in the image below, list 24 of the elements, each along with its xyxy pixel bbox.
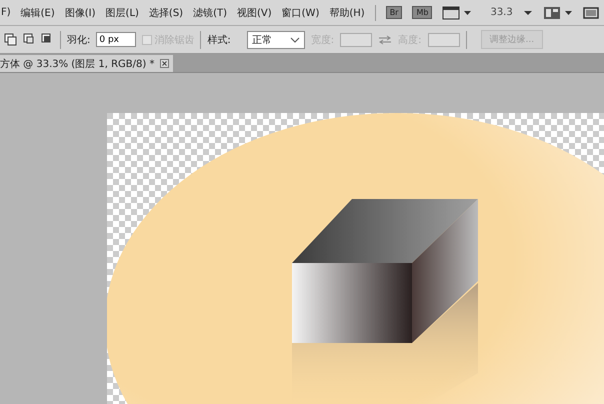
fullscreen-icon[interactable] <box>582 6 599 20</box>
zoom-dropdown[interactable]: 33.3 <box>490 7 513 18</box>
bridge-button[interactable]: Br <box>386 6 402 19</box>
style-label: 样式: <box>207 34 231 46</box>
style-dropdown[interactable]: 正常 <box>246 30 305 48</box>
arrange-documents-icon[interactable] <box>542 6 573 20</box>
menu-item[interactable]: 视图(V) <box>237 6 272 20</box>
close-icon[interactable] <box>160 59 170 68</box>
menu-item[interactable]: 滤镜(T) <box>193 6 227 20</box>
feather-label: 羽化: <box>67 34 90 46</box>
menu-item[interactable]: 图像(I) <box>64 6 96 20</box>
caret-icon[interactable] <box>522 8 533 16</box>
menu-item[interactable]: 选择(S) <box>148 6 184 20</box>
menu-item[interactable]: 窗口(W) <box>282 6 320 20</box>
mini-bridge-button[interactable]: Mb <box>412 6 432 19</box>
feather-field[interactable]: 0 px <box>96 32 136 47</box>
height-field[interactable] <box>428 32 460 46</box>
chevron-icon[interactable] <box>290 36 300 42</box>
document-tab[interactable]: 方体 @ 33.3% (图层 1, RGB/8) * <box>0 55 174 72</box>
menu-item[interactable]: F) <box>1 7 11 18</box>
menu-item[interactable]: 帮助(H) <box>329 6 365 20</box>
menu-item[interactable]: 编辑(E) <box>20 6 55 20</box>
menu-item[interactable]: 图层(L) <box>106 6 139 20</box>
screen-mode-icon[interactable] <box>442 6 472 20</box>
